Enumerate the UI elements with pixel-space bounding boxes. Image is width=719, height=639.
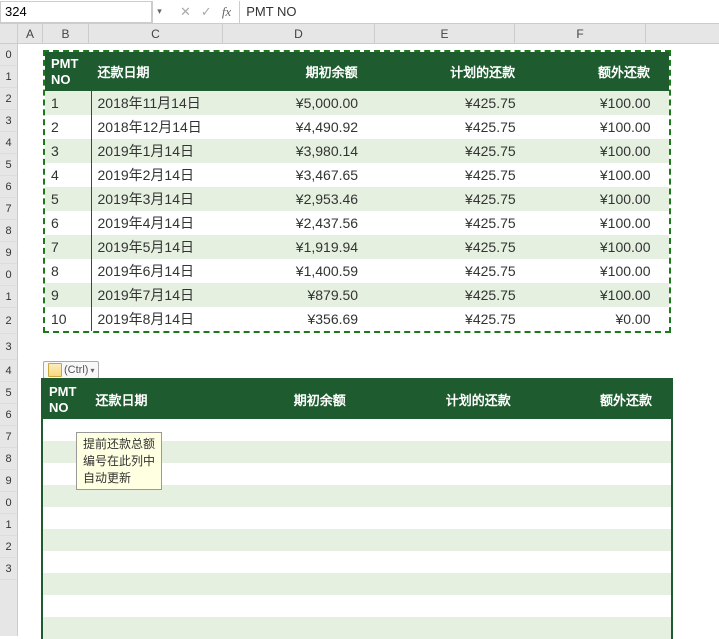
chevron-down-icon: ▾	[90, 366, 94, 375]
row-header[interactable]: 1	[0, 66, 17, 88]
table-row[interactable]: 62019年4月14日¥2,437.56¥425.75¥100.00	[45, 211, 669, 235]
fx-icon[interactable]: fx	[222, 4, 231, 20]
tooltip-line3: 自动更新	[83, 470, 155, 487]
hdr-pmt[interactable]: PMT NO	[45, 52, 91, 91]
cells-area[interactable]: PMT NO 还款日期 期初余额 计划的还款 额外还款 12018年11月14日…	[18, 44, 719, 636]
name-box-dropdown[interactable]: ▾	[152, 1, 166, 23]
row-header[interactable]: 2	[0, 536, 17, 558]
hdr2-plan[interactable]: 计划的还款	[364, 380, 529, 419]
cancel-icon[interactable]: ✕	[180, 4, 191, 20]
select-all-corner[interactable]	[0, 24, 17, 44]
table-row[interactable]: 102019年8月14日¥356.69¥425.75¥0.00	[45, 307, 669, 331]
source-table: PMT NO 还款日期 期初余额 计划的还款 额外还款 12018年11月14日…	[43, 50, 671, 333]
row-header[interactable]: 5	[0, 382, 17, 404]
row-header[interactable]: 1	[0, 514, 17, 536]
col-header-B[interactable]: B	[43, 24, 89, 43]
name-box-value: 324	[5, 4, 27, 19]
hdr2-extra[interactable]: 额外还款	[529, 380, 670, 419]
hdr2-date[interactable]: 还款日期	[89, 380, 223, 419]
tooltip-line2: 编号在此列中	[83, 453, 155, 470]
row-header[interactable]: 6	[0, 176, 17, 198]
row-header[interactable]: 0	[0, 44, 17, 66]
row-header[interactable]: 7	[0, 198, 17, 220]
table-row[interactable]: 52019年3月14日¥2,953.46¥425.75¥100.00	[45, 187, 669, 211]
row-header[interactable]: 9	[0, 470, 17, 492]
row-header[interactable]: 8	[0, 220, 17, 242]
hdr-plan[interactable]: 计划的还款	[376, 52, 534, 91]
row-header[interactable]: 5	[0, 154, 17, 176]
row-header[interactable]: 7	[0, 426, 17, 448]
col-header-D[interactable]: D	[223, 24, 375, 43]
row-header[interactable]: 0	[0, 492, 17, 514]
table-row[interactable]: 22018年12月14日¥4,490.92¥425.75¥100.00	[45, 115, 669, 139]
table-row[interactable]: 92019年7月14日¥879.50¥425.75¥100.00	[45, 283, 669, 307]
row-header[interactable]: 3	[0, 334, 17, 360]
row-header[interactable]: 2	[0, 88, 17, 110]
enter-icon[interactable]: ✓	[201, 4, 212, 20]
table-row[interactable]: 72019年5月14日¥1,919.94¥425.75¥100.00	[45, 235, 669, 259]
hdr-extra[interactable]: 额外还款	[534, 52, 669, 91]
row-header[interactable]: 4	[0, 360, 17, 382]
pasted-table: PMT NO 还款日期 期初余额 计划的还款 额外还款	[43, 380, 671, 639]
formula-content: PMT NO	[246, 4, 296, 19]
column-headers: ABCDEF	[18, 24, 719, 44]
tooltip-line1: 提前还款总额	[83, 436, 155, 453]
formula-bar-icons: ✕ ✓ fx	[172, 4, 239, 20]
row-header[interactable]: 0	[0, 264, 17, 286]
row-header[interactable]: 6	[0, 404, 17, 426]
hdr2-pmt[interactable]: PMT NO	[43, 380, 89, 419]
source-tbody: 12018年11月14日¥5,000.00¥425.75¥100.0022018…	[45, 91, 669, 331]
row-headers: 012345678901234567890123	[0, 24, 18, 636]
row-header[interactable]: 3	[0, 110, 17, 132]
formula-input[interactable]: PMT NO	[239, 1, 719, 23]
row-header[interactable]: 1	[0, 286, 17, 308]
row-header[interactable]: 8	[0, 448, 17, 470]
row-header[interactable]: 4	[0, 132, 17, 154]
table-row[interactable]: 42019年2月14日¥3,467.65¥425.75¥100.00	[45, 163, 669, 187]
col-header-F[interactable]: F	[515, 24, 646, 43]
row-header[interactable]: 3	[0, 558, 17, 580]
col-header-E[interactable]: E	[375, 24, 515, 43]
sheet-area: ABCDEF PMT NO 还款日期 期初余额 计划的还款 额外还款 12018…	[18, 24, 719, 636]
row-header[interactable]: 9	[0, 242, 17, 264]
paste-options-badge[interactable]: (Ctrl) ▾	[43, 361, 99, 379]
name-box[interactable]: 324	[0, 1, 152, 23]
hdr2-begin[interactable]: 期初余额	[223, 380, 364, 419]
hdr-begin[interactable]: 期初余额	[225, 52, 376, 91]
formula-bar: 324 ▾ ✕ ✓ fx PMT NO	[0, 0, 719, 24]
paste-badge-label: (Ctrl)	[64, 364, 88, 376]
col-header-C[interactable]: C	[89, 24, 223, 43]
column-tooltip: 提前还款总额 编号在此列中 自动更新	[76, 432, 162, 490]
table-row[interactable]: 12018年11月14日¥5,000.00¥425.75¥100.00	[45, 91, 669, 115]
row-header[interactable]: 2	[0, 308, 17, 334]
clipboard-icon	[48, 363, 62, 377]
table-row[interactable]: 82019年6月14日¥1,400.59¥425.75¥100.00	[45, 259, 669, 283]
table-row[interactable]: 32019年1月14日¥3,980.14¥425.75¥100.00	[45, 139, 669, 163]
hdr-date[interactable]: 还款日期	[91, 52, 225, 91]
col-header-A[interactable]: A	[18, 24, 43, 43]
